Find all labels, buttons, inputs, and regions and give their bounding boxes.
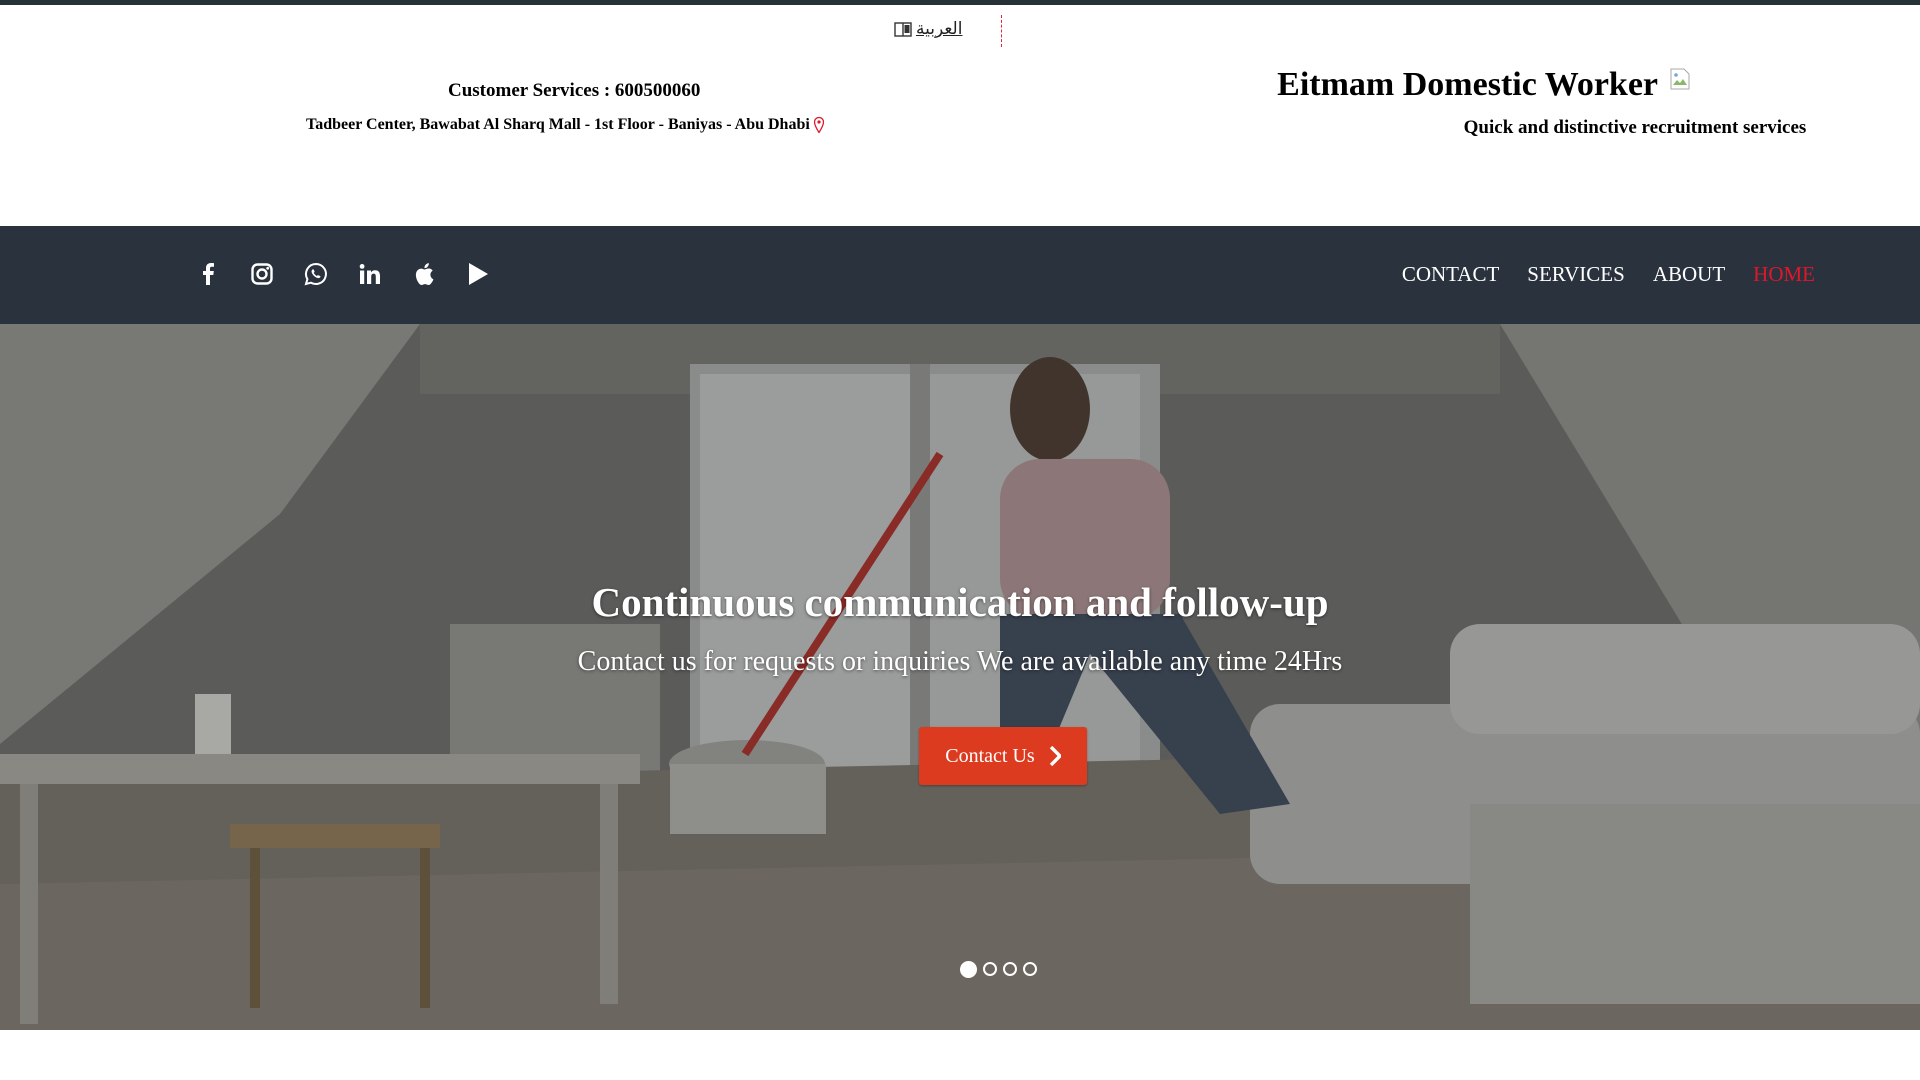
brand-title: Eitmam Domestic Worker [1277, 66, 1658, 103]
slide-dot-4[interactable] [1023, 962, 1037, 976]
nav-contact[interactable]: CONTACT [1402, 262, 1499, 287]
instagram-icon[interactable] [246, 256, 278, 292]
hero-title: Continuous communication and follow-up [591, 579, 1329, 625]
slide-dot-1[interactable] [960, 961, 977, 978]
nav-services[interactable]: SERVICES [1527, 262, 1625, 287]
apple-icon[interactable] [408, 256, 440, 292]
navbar: CONTACT SERVICES ABOUT HOME [0, 226, 1920, 324]
brand[interactable]: Eitmam Domestic Worker [1277, 66, 1690, 104]
social-links [192, 256, 494, 292]
contact-us-label: Contact Us [945, 744, 1035, 767]
customer-services-text: Customer Services : 600500060 [448, 80, 701, 101]
whatsapp-icon[interactable] [300, 256, 332, 292]
nav-home[interactable]: HOME [1753, 262, 1815, 287]
play-icon[interactable] [462, 256, 494, 292]
book-icon [894, 21, 912, 37]
contact-us-button[interactable]: Contact Us [919, 727, 1087, 785]
top-strip [0, 0, 1920, 5]
main-menu: CONTACT SERVICES ABOUT HOME [1402, 262, 1815, 287]
location-pin-icon [813, 117, 824, 133]
nav-about[interactable]: ABOUT [1653, 262, 1725, 287]
address-text: Tadbeer Center, Bawabat Al Sharq Mall - … [306, 116, 810, 133]
language-label: العربية [916, 19, 963, 39]
address-line: Tadbeer Center, Bawabat Al Sharq Mall - … [306, 116, 824, 134]
hero-subtitle: Contact us for requests or inquiries We … [577, 646, 1343, 677]
slide-dot-3[interactable] [1003, 962, 1017, 976]
hero-slider: Continuous communication and follow-up C… [0, 324, 1920, 1030]
language-switch-link[interactable]: العربية [894, 16, 962, 42]
divider [1001, 15, 1002, 47]
chevron-right-icon [1049, 746, 1061, 766]
slide-dot-2[interactable] [983, 962, 997, 976]
tagline: Quick and distinctive recruitment servic… [1463, 117, 1807, 138]
broken-image-icon [1670, 68, 1690, 90]
facebook-icon[interactable] [192, 256, 224, 292]
linkedin-icon[interactable] [354, 256, 386, 292]
slider-dots [960, 961, 1037, 978]
